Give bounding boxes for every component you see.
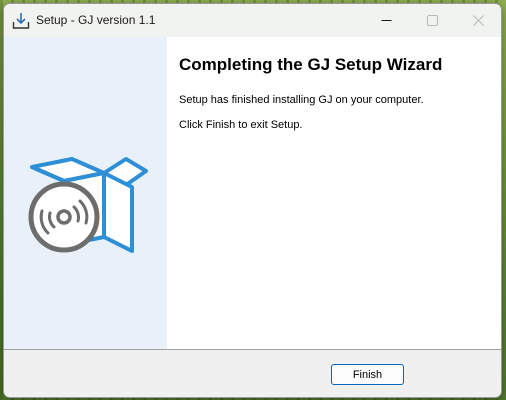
minimize-icon [381,15,392,26]
wizard-content: Completing the GJ Setup Wizard Setup has… [167,37,501,349]
download-tray-icon [12,12,30,30]
wizard-sidebar [4,37,167,349]
finish-button[interactable]: Finish [331,364,404,385]
software-box-with-disc-icon [22,129,152,259]
setup-window: Setup - GJ version 1.1 Completing the GJ… [3,3,502,398]
close-icon [472,15,484,26]
minimize-button[interactable] [363,4,409,37]
exit-instruction: Click Finish to exit Setup. [179,119,303,131]
window-title: Setup - GJ version 1.1 [36,13,156,27]
page-title: Completing the GJ Setup Wizard [179,55,443,74]
completion-message: Setup has finished installing GJ on your… [179,94,424,106]
maximize-button[interactable] [409,4,455,37]
close-button[interactable] [455,4,501,37]
title-bar[interactable]: Setup - GJ version 1.1 [4,4,501,37]
button-bar: Finish [4,349,501,397]
maximize-icon [426,15,438,26]
